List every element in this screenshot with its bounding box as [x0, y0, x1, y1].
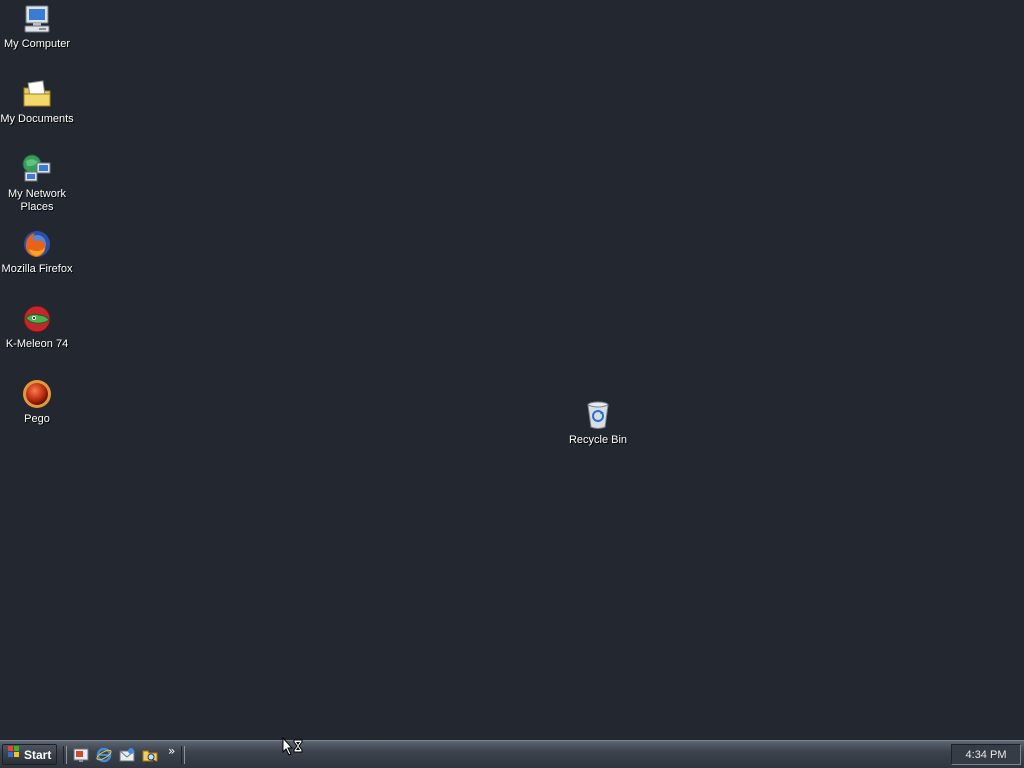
windows-explorer-icon[interactable] [142, 747, 158, 763]
taskbar: Start » 4:34 PM [0, 740, 1024, 768]
desktop-icon-my-documents[interactable]: My Documents [0, 77, 74, 126]
windows-logo-icon [7, 745, 21, 764]
my-computer-icon [20, 2, 54, 36]
desktop-icon-label: Recycle Bin [568, 434, 628, 446]
desktop-icon-recycle-bin[interactable]: Recycle Bin [561, 398, 635, 447]
k-meleon-icon [20, 302, 54, 336]
internet-explorer-icon[interactable] [96, 747, 112, 763]
show-desktop-icon[interactable] [73, 747, 89, 763]
desktop-icon-label: Pego [24, 413, 50, 425]
desktop-icon-label: Mozilla Firefox [1, 263, 73, 275]
clock[interactable]: 4:34 PM [966, 749, 1007, 761]
system-tray: 4:34 PM [951, 744, 1021, 765]
firefox-icon [20, 227, 54, 261]
desktop-icon-mozilla-firefox[interactable]: Mozilla Firefox [0, 227, 74, 276]
pego-icon [20, 377, 54, 411]
my-network-places-icon [20, 152, 54, 186]
quick-launch-chevron[interactable]: » [168, 744, 175, 758]
desktop-icon-label: My Computer [3, 38, 71, 50]
desktop-icon-my-network-places[interactable]: My Network Places [0, 152, 74, 214]
start-button[interactable]: Start [2, 744, 57, 765]
desktop-icon-label: K-Meleon 74 [5, 338, 69, 350]
desktop-icon-k-meleon[interactable]: K-Meleon 74 [0, 302, 74, 351]
desktop-icon-label: My Documents [0, 113, 74, 125]
taskbar-separator[interactable] [63, 746, 67, 764]
recycle-bin-icon [581, 398, 615, 432]
desktop-icon-pego[interactable]: Pego [0, 377, 74, 426]
my-documents-icon [20, 77, 54, 111]
start-label: Start [24, 747, 52, 762]
taskbar-separator[interactable] [181, 746, 185, 764]
busy-cursor-icon [282, 736, 304, 759]
desktop-icon-label: My Network Places [7, 188, 67, 213]
desktop-icon-my-computer[interactable]: My Computer [0, 2, 74, 51]
desktop[interactable]: My Computer My Documents My Network Plac… [0, 0, 1024, 740]
outlook-express-icon[interactable] [119, 747, 135, 763]
